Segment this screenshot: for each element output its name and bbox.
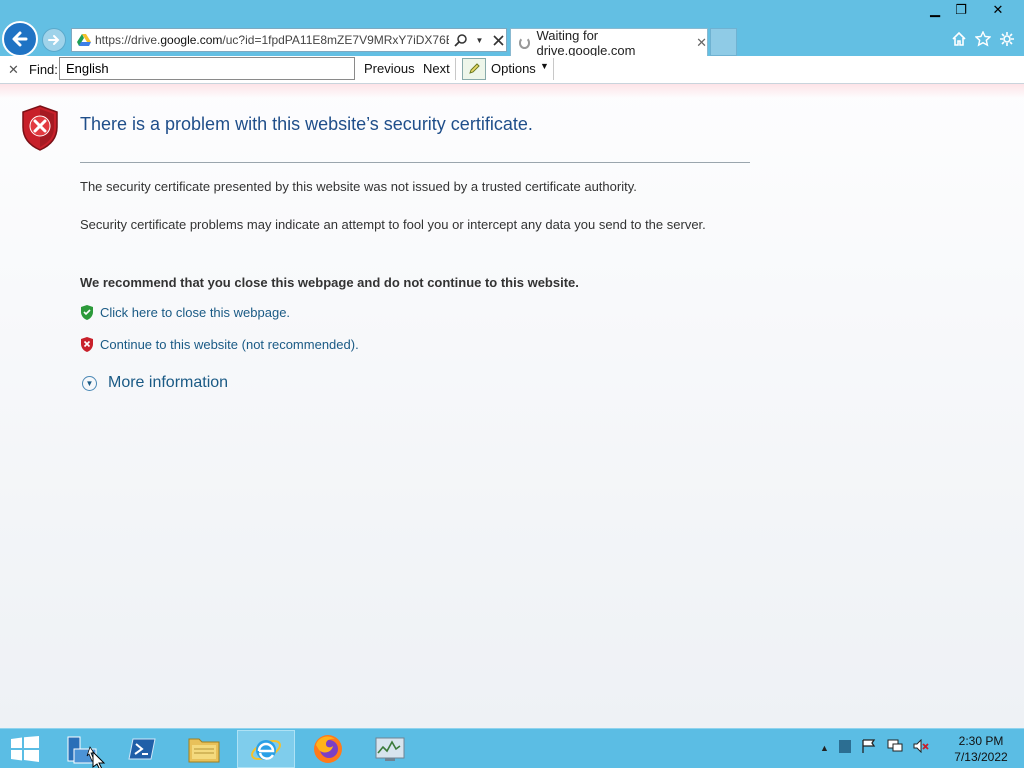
divider <box>80 162 750 163</box>
taskbar-file-explorer[interactable] <box>175 730 233 768</box>
find-next-button[interactable]: Next <box>423 61 450 76</box>
page-content: There is a problem with this website’s s… <box>0 84 1024 728</box>
taskbar: ▲ 2:30 PM 7/13/2022 <box>0 728 1024 768</box>
tab-title: Waiting for drive.google.com <box>536 27 636 58</box>
find-previous-button[interactable]: Previous <box>364 61 415 76</box>
favorites-star-icon[interactable] <box>973 29 993 49</box>
shield-check-icon <box>81 305 93 320</box>
find-input[interactable] <box>59 57 355 80</box>
clock-date: 7/13/2022 <box>954 750 1008 764</box>
folder-icon <box>188 738 220 763</box>
google-drive-icon <box>76 32 91 48</box>
browser-chrome: ▁ ❐ ✕ https://drive.google.com/uc?id=1fp… <box>0 0 1024 58</box>
search-icon[interactable] <box>453 32 468 48</box>
divider <box>553 58 554 80</box>
network-icon[interactable] <box>887 739 903 756</box>
find-options-button[interactable]: Options <box>491 61 536 76</box>
window-close-button[interactable]: ✕ <box>974 0 1022 20</box>
taskbar-firefox[interactable] <box>299 730 357 768</box>
shield-x-icon <box>81 337 93 352</box>
dropdown-arrow-icon[interactable]: ▼ <box>472 32 487 48</box>
continue-website-link[interactable]: Continue to this website (not recommende… <box>80 337 359 352</box>
show-hidden-icons-icon[interactable]: ▲ <box>820 743 829 753</box>
url-text: https://drive.google.com/uc?id=1fpdPA11E… <box>95 33 449 47</box>
certificate-warning-text: The security certificate presented by th… <box>80 179 637 194</box>
action-center-flag-icon[interactable] <box>861 739 877 756</box>
expand-chevron-icon: ▼ <box>82 375 97 391</box>
more-information-label[interactable]: More information <box>108 374 228 392</box>
clock-time: 2:30 PM <box>958 734 1004 748</box>
find-label: Find: <box>29 62 58 77</box>
close-webpage-link-text[interactable]: Click here to close this webpage. <box>100 305 290 320</box>
find-close-button[interactable]: ✕ <box>8 62 19 78</box>
find-bar: ✕ Find: Previous Next Options ▼ <box>0 56 1024 84</box>
forward-button[interactable] <box>42 28 66 52</box>
mouse-cursor-icon <box>92 751 106 768</box>
recommendation-text: We recommend that you close this webpage… <box>80 275 579 290</box>
page-title: There is a problem with this website’s s… <box>80 114 533 134</box>
page-top-strip <box>0 84 1024 98</box>
arrow-right-icon <box>48 35 60 45</box>
minimize-button[interactable]: ▁ <box>922 0 948 20</box>
shield-error-icon <box>22 105 58 151</box>
tab-active[interactable]: Waiting for drive.google.com ✕ <box>510 27 708 58</box>
system-tray: ▲ <box>820 738 939 756</box>
tab-close-button[interactable]: ✕ <box>696 35 707 51</box>
home-icon[interactable] <box>949 29 969 49</box>
volume-muted-icon[interactable] <box>913 738 929 756</box>
arrow-left-icon <box>12 31 28 47</box>
tray-app-icon[interactable] <box>838 739 851 756</box>
taskbar-internet-explorer[interactable] <box>237 730 295 768</box>
security-risk-text: Security certificate problems may indica… <box>80 217 706 232</box>
highlight-matches-button[interactable] <box>462 58 486 80</box>
stop-icon[interactable] <box>491 32 506 48</box>
address-bar[interactable]: https://drive.google.com/uc?id=1fpdPA11E… <box>71 28 507 52</box>
pencil-icon <box>469 63 480 74</box>
continue-website-link-text[interactable]: Continue to this website (not recommende… <box>100 337 359 352</box>
gear-icon[interactable] <box>997 29 1017 49</box>
maximize-button[interactable]: ❐ <box>948 0 974 20</box>
internet-explorer-icon <box>251 740 281 760</box>
loading-spinner-icon <box>519 36 531 49</box>
taskbar-task-manager[interactable] <box>361 730 419 768</box>
taskbar-clock[interactable]: 2:30 PM 7/13/2022 <box>950 733 1012 765</box>
task-manager-icon <box>375 737 405 761</box>
windows-start-icon[interactable] <box>10 736 40 762</box>
close-webpage-link[interactable]: Click here to close this webpage. <box>80 305 290 320</box>
powershell-icon <box>128 738 156 760</box>
more-information-toggle[interactable]: ▼ More information <box>82 374 228 392</box>
divider <box>455 58 456 80</box>
firefox-icon <box>314 735 342 763</box>
chevron-down-icon[interactable]: ▼ <box>540 61 549 71</box>
back-button[interactable] <box>2 21 38 57</box>
new-tab-button[interactable] <box>710 28 737 56</box>
taskbar-powershell[interactable] <box>113 730 171 768</box>
